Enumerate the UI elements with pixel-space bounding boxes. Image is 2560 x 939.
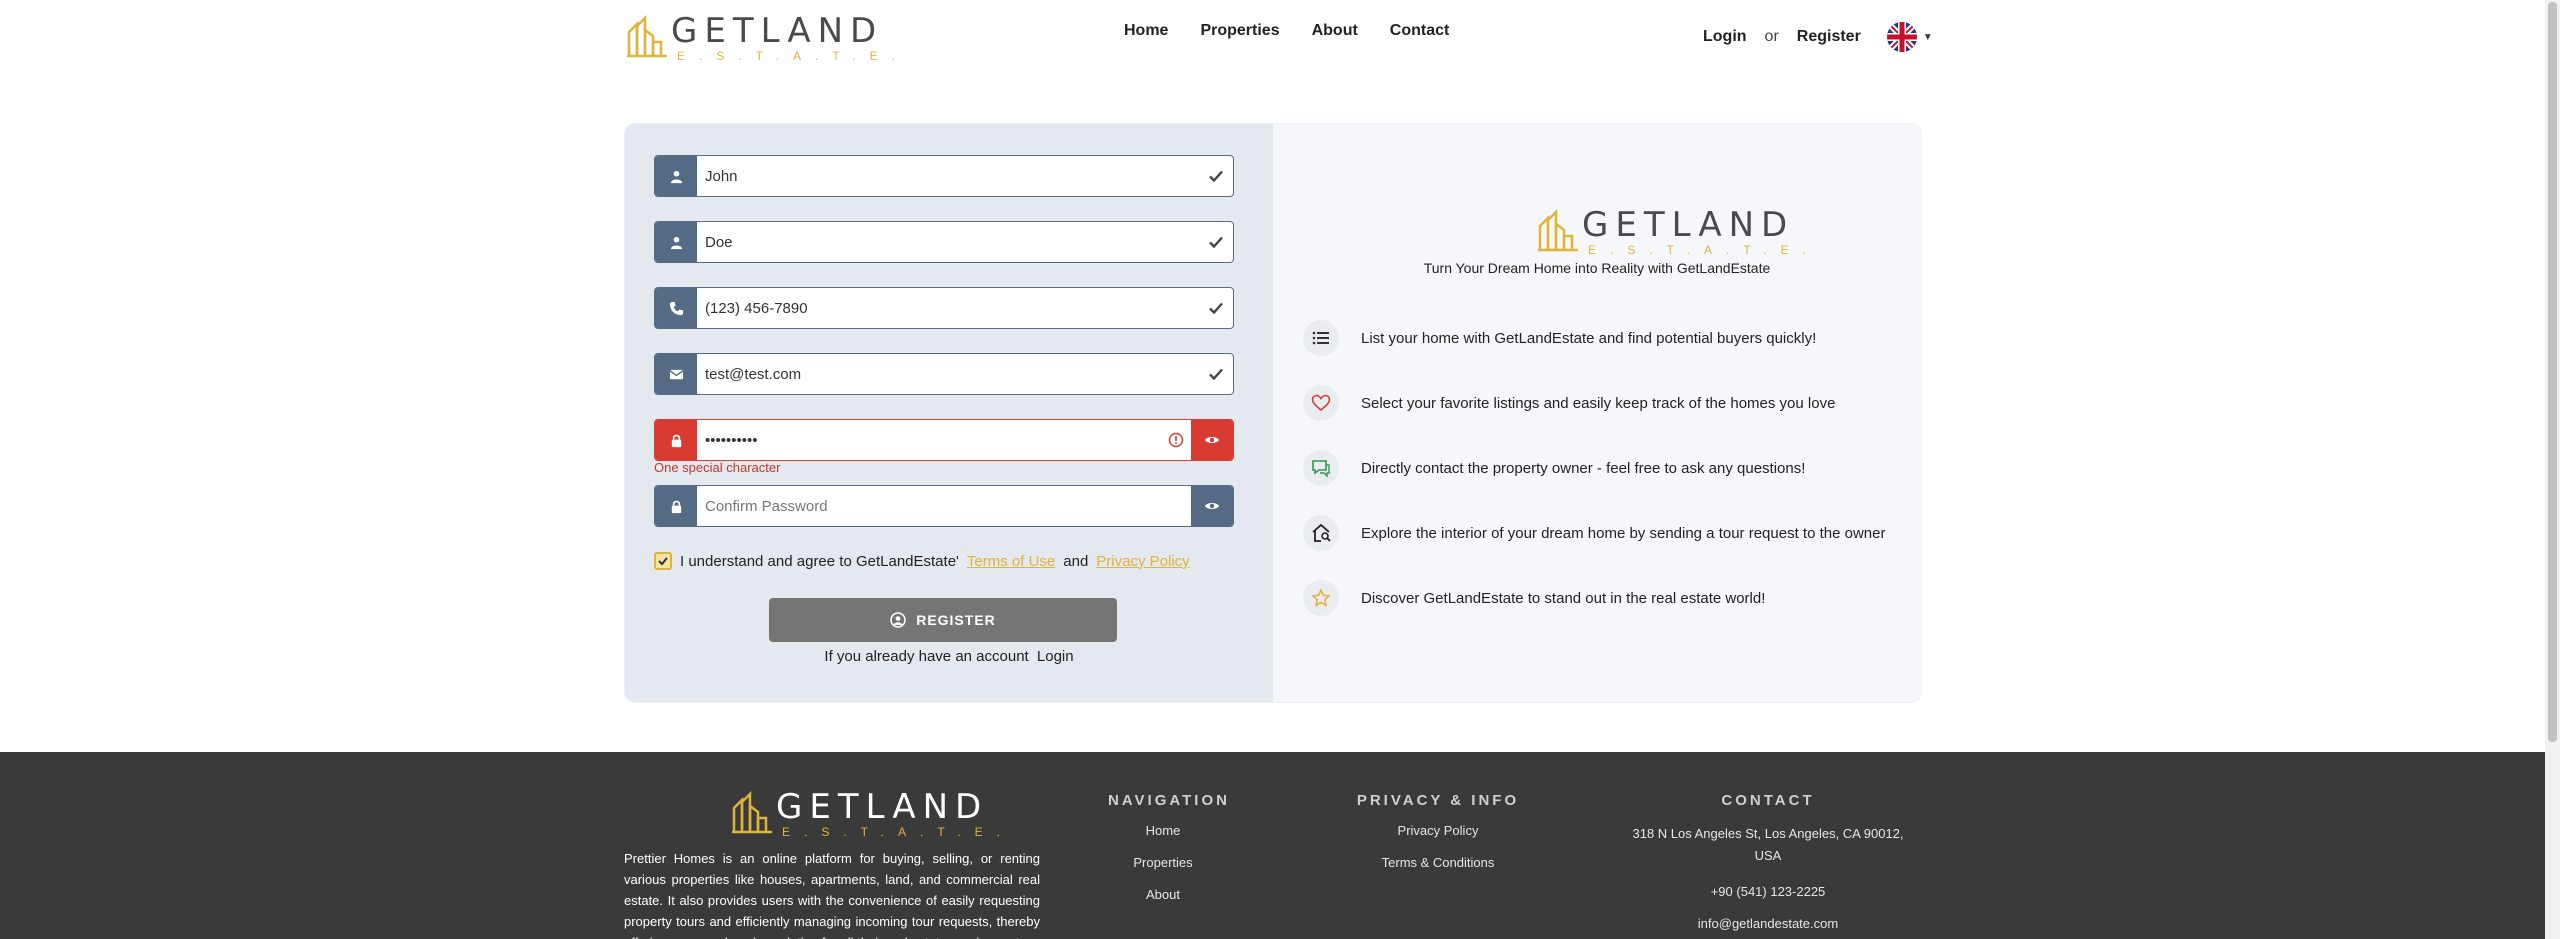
- have-account-row: If you already have an account Login: [625, 648, 1273, 665]
- brand-name: GETLAND: [776, 787, 989, 827]
- password-input[interactable]: [697, 420, 1161, 460]
- first-name-field: [654, 155, 1234, 197]
- nav-contact[interactable]: Contact: [1390, 22, 1450, 40]
- footer-logo[interactable]: GETLAND E.S.T.A.T.E.: [732, 790, 1014, 838]
- phone-input[interactable]: [697, 288, 1199, 328]
- header: GETLAND E.S.T.A.T.E. Home Properties Abo…: [0, 0, 2545, 72]
- valid-check-icon: [1199, 156, 1233, 196]
- privacy-policy-link[interactable]: Privacy Policy: [1096, 553, 1189, 570]
- brand-sub: E.S.T.A.T.E.: [677, 49, 910, 63]
- email-field: [654, 353, 1234, 395]
- user-icon: [655, 222, 697, 262]
- uk-flag-icon[interactable]: [1886, 22, 1917, 52]
- nav-properties[interactable]: Properties: [1200, 22, 1279, 40]
- password-error-message: One special character: [654, 460, 781, 475]
- header-login-link[interactable]: Login: [1703, 28, 1747, 46]
- agree-terms-row: I understand and agree to GetLandEstate'…: [654, 552, 1190, 570]
- and-text: and: [1063, 552, 1089, 570]
- feature-item: Explore the interior of your dream home …: [1303, 515, 1885, 551]
- brand-sub: E.S.T.A.T.E.: [782, 825, 1015, 839]
- show-password-eye-icon[interactable]: [1191, 420, 1233, 460]
- lock-icon: [655, 486, 697, 526]
- star-icon: [1303, 580, 1339, 616]
- nav-home[interactable]: Home: [1124, 22, 1168, 40]
- language-caret-icon[interactable]: ▼: [1923, 32, 1933, 43]
- feature-text: Explore the interior of your dream home …: [1361, 524, 1886, 542]
- feature-item: Discover GetLandEstate to stand out in t…: [1303, 580, 1765, 616]
- building-logo-icon: [732, 790, 772, 834]
- footer-address: 318 N Los Angeles St, Los Angeles, CA 90…: [1632, 826, 1904, 863]
- brand-name: GETLAND: [671, 11, 884, 51]
- register-card: One special character I understand and a…: [625, 124, 1921, 702]
- valid-check-icon: [1199, 288, 1233, 328]
- house-search-icon: [1303, 515, 1339, 551]
- footer-privacy: PRIVACY & INFO Privacy Policy Terms & Co…: [1348, 792, 1528, 887]
- list-icon: [1303, 320, 1339, 356]
- feature-text: Select your favorite listings and easily…: [1361, 394, 1836, 412]
- footer-privacy-title: PRIVACY & INFO: [1356, 792, 1520, 809]
- agree-checkbox[interactable]: [654, 552, 672, 570]
- feature-item: List your home with GetLandEstate and fi…: [1303, 320, 1816, 356]
- footer: GETLAND E.S.T.A.T.E. Prettier Homes is a…: [0, 752, 2545, 939]
- warning-circle-icon: [1161, 420, 1191, 460]
- brand-sub: E.S.T.A.T.E.: [1588, 243, 1821, 257]
- register-button[interactable]: REGISTER: [769, 598, 1117, 642]
- user-circle-icon: [890, 612, 906, 628]
- confirm-password-field: [654, 485, 1234, 527]
- email-input[interactable]: [697, 354, 1199, 394]
- lock-icon: [655, 420, 697, 460]
- footer-nav-home[interactable]: Home: [1108, 823, 1218, 838]
- register-button-label: REGISTER: [916, 612, 996, 628]
- scrollbar-thumb[interactable]: [2548, 2, 2557, 742]
- panel-logo: GETLAND E.S.T.A.T.E.: [1538, 208, 1820, 256]
- footer-contact: CONTACT 318 N Los Angeles St, Los Angele…: [1618, 792, 1918, 939]
- features-panel: GETLAND E.S.T.A.T.E. Turn Your Dream Hom…: [1273, 124, 1921, 702]
- building-logo-icon: [1538, 208, 1578, 252]
- user-icon: [655, 156, 697, 196]
- show-confirm-password-eye-icon[interactable]: [1191, 486, 1233, 526]
- nav-about[interactable]: About: [1312, 22, 1358, 40]
- footer-contact-title: CONTACT: [1721, 792, 1815, 809]
- have-account-text: If you already have an account: [824, 648, 1029, 665]
- terms-of-use-link[interactable]: Terms of Use: [967, 553, 1055, 570]
- valid-check-icon: [1199, 354, 1233, 394]
- footer-nav-about[interactable]: About: [1108, 887, 1218, 902]
- feature-text: Discover GetLandEstate to stand out in t…: [1361, 589, 1766, 607]
- building-logo-icon: [627, 14, 667, 58]
- footer-phone[interactable]: +90 (541) 123-2225: [1618, 884, 1918, 899]
- footer-nav-title: NAVIGATION: [1108, 792, 1230, 809]
- brand-logo[interactable]: GETLAND E.S.T.A.T.E.: [627, 14, 909, 62]
- envelope-icon: [655, 354, 697, 394]
- page-scrollbar[interactable]: [2545, 0, 2560, 939]
- footer-terms[interactable]: Terms & Conditions: [1348, 855, 1528, 870]
- agree-text: I understand and agree to GetLandEstate': [680, 552, 959, 570]
- phone-icon: [655, 288, 697, 328]
- feature-item: Select your favorite listings and easily…: [1303, 385, 1835, 421]
- footer-privacy-policy[interactable]: Privacy Policy: [1348, 823, 1528, 838]
- brand-name: GETLAND: [1582, 205, 1795, 245]
- or-text: or: [1764, 28, 1779, 45]
- phone-field: [654, 287, 1234, 329]
- footer-email[interactable]: info@getlandestate.com: [1618, 916, 1918, 931]
- valid-check-icon: [1199, 222, 1233, 262]
- confirm-password-input[interactable]: [697, 486, 1191, 526]
- login-link[interactable]: Login: [1037, 648, 1074, 665]
- feature-item: Directly contact the property owner - fe…: [1303, 450, 1805, 486]
- header-register-link[interactable]: Register: [1797, 28, 1861, 46]
- first-name-input[interactable]: [697, 156, 1199, 196]
- main-nav: Home Properties About Contact: [1124, 22, 1449, 40]
- heart-icon: [1303, 385, 1339, 421]
- password-field: [654, 419, 1234, 461]
- footer-navigation: NAVIGATION Home Properties About: [1108, 792, 1230, 919]
- last-name-field: [654, 221, 1234, 263]
- feature-text: List your home with GetLandEstate and fi…: [1361, 329, 1817, 347]
- auth-links: Login or Register ▼: [1703, 22, 1933, 52]
- chat-icon: [1303, 450, 1339, 486]
- feature-text: Directly contact the property owner - fe…: [1361, 459, 1806, 477]
- footer-description: Prettier Homes is an online platform for…: [624, 851, 1040, 939]
- last-name-input[interactable]: [697, 222, 1199, 262]
- register-form: One special character I understand and a…: [625, 124, 1273, 702]
- tagline: Turn Your Dream Home into Reality with G…: [1423, 260, 1771, 276]
- footer-nav-properties[interactable]: Properties: [1108, 855, 1218, 870]
